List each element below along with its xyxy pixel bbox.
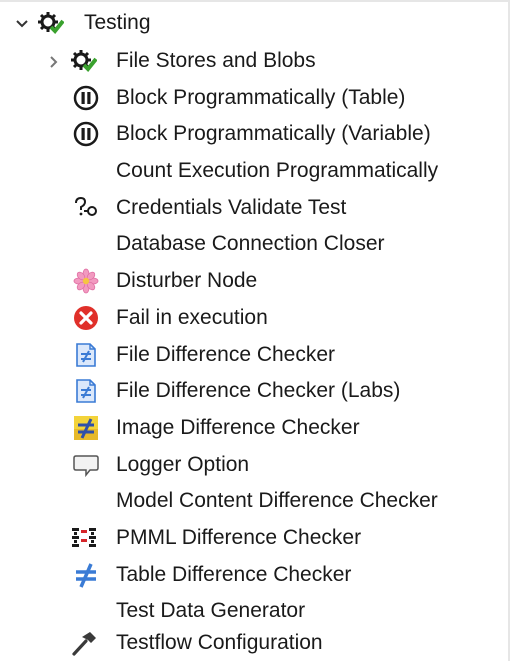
tree-item-label: Model Content Difference Checker [116, 489, 438, 512]
tree-item-file-difference-checker[interactable]: File Difference Checker [0, 337, 505, 373]
chevron-down-icon[interactable] [14, 16, 30, 32]
tree-item-label: Fail in execution [116, 306, 268, 329]
tree-item-label: PMML Difference Checker [116, 526, 362, 549]
tree-item-label: Disturber Node [116, 269, 258, 292]
tree-item-logger-option[interactable]: Logger Option [0, 447, 505, 483]
not-equal-icon [73, 562, 99, 588]
tree-item-label: Credentials Validate Test [116, 196, 347, 219]
tree-item-label: Block Programmatically (Variable) [116, 122, 431, 145]
tree-item-count-execution-programmatically[interactable]: Count Execution Programmatically [0, 153, 505, 189]
tree-item-label: Testing [84, 11, 151, 34]
tree-item-disturber-node[interactable]: Disturber Node [0, 263, 505, 299]
flower-icon [73, 268, 99, 294]
error-x-icon [73, 305, 99, 331]
hammer-icon [71, 630, 97, 656]
tree-item-image-difference-checker[interactable]: Image Difference Checker [0, 410, 505, 446]
tree-item-label: Image Difference Checker [116, 416, 360, 439]
tree-item-pmml-difference-checker[interactable]: PMML Difference Checker [0, 520, 505, 556]
file-diff-icon [73, 378, 99, 404]
tree-item-label: Testflow Configuration [116, 631, 323, 654]
tree-item-label: File Stores and Blobs [116, 49, 316, 72]
tree-item-label: Test Data Generator [116, 599, 306, 622]
image-diff-icon [73, 415, 99, 441]
gear-check-icon [71, 48, 97, 74]
tree-item-model-content-difference-checker[interactable]: Model Content Difference Checker [0, 483, 505, 519]
tree-item-credentials-validate-test[interactable]: Credentials Validate Test [0, 190, 505, 226]
tree-item-file-difference-checker-labs[interactable]: File Difference Checker (Labs) [0, 373, 505, 409]
tree-item-label: Database Connection Closer [116, 232, 385, 255]
tree-item-label: Table Difference Checker [116, 563, 352, 586]
tree-item-test-data-generator[interactable]: Test Data Generator [0, 593, 505, 629]
tree-item-testflow-configuration[interactable]: Testflow Configuration [0, 625, 505, 661]
key-question-icon [73, 195, 99, 221]
gear-check-icon [38, 10, 64, 36]
tree-item-label: File Difference Checker [116, 343, 336, 366]
tree-item-label: File Difference Checker (Labs) [116, 379, 401, 402]
tree-item-label: Count Execution Programmatically [116, 159, 439, 182]
tree-item-file-stores-and-blobs[interactable]: File Stores and Blobs [0, 43, 505, 79]
panel-top-border [0, 0, 510, 2]
file-diff-icon [73, 342, 99, 368]
tree-item-label: Logger Option [116, 453, 250, 476]
pause-circle-icon [73, 121, 99, 147]
tree-item-label: Block Programmatically (Table) [116, 86, 406, 109]
tree-item-block-programmatically-table[interactable]: Block Programmatically (Table) [0, 80, 505, 116]
tree-item-block-programmatically-variable[interactable]: Block Programmatically (Variable) [0, 116, 505, 152]
tree-item-testing[interactable]: Testing [0, 5, 505, 41]
pmml-diff-icon [71, 525, 97, 551]
tree-item-table-difference-checker[interactable]: Table Difference Checker [0, 557, 505, 593]
tree-item-database-connection-closer[interactable]: Database Connection Closer [0, 226, 505, 262]
chevron-right-icon[interactable] [46, 54, 62, 70]
tree-item-fail-in-execution[interactable]: Fail in execution [0, 300, 505, 336]
speech-bubble-icon [73, 452, 99, 478]
pause-circle-icon [73, 85, 99, 111]
